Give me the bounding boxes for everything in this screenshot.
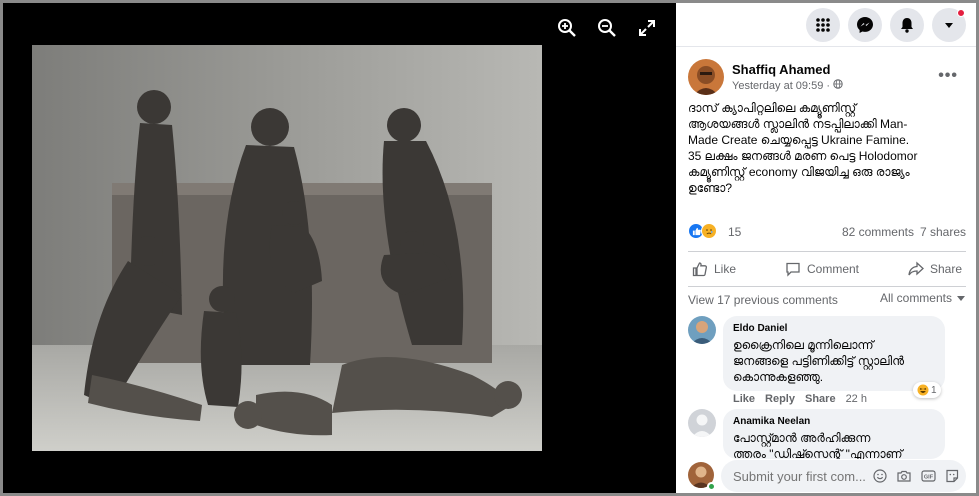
post-options-icon[interactable]: ••• — [938, 67, 958, 85]
menu-grid-icon[interactable] — [806, 7, 840, 42]
camera-icon[interactable] — [896, 468, 912, 484]
post-text-line: Made Create ചെയ്യപ്പെട്ട Ukraine Famine. — [688, 133, 910, 147]
comment-text-line: ഉക്രൈനിലെ മൂന്നിലൊന്ന് — [733, 338, 874, 352]
comment-share-link[interactable]: Share — [805, 393, 836, 405]
like-icon — [692, 262, 708, 277]
post-text-line: 35 ലക്ഷം ജനങ്ങൾ മരണ പെട്ട Holodomor — [688, 149, 918, 163]
comment-text: പോസ്റ്റ്മാൻ അർഹിക്കുന്ന ത്തരം "ഡിഷ്സെന്റ… — [733, 430, 935, 459]
globe-icon — [833, 79, 843, 92]
post-stats: 82 comments 7 shares — [842, 225, 966, 239]
comment-text: ഉക്രൈനിലെ മൂന്നിലൊന്ന് ജനങ്ങളെ പട്ടിണിക്… — [733, 337, 935, 385]
comment-like-link[interactable]: Like — [733, 393, 755, 405]
gif-icon[interactable]: GIF — [920, 468, 936, 484]
post-header: Shaffiq Ahamed Yesterday at 09:59 · ••• — [688, 59, 966, 97]
chevron-down-icon — [957, 296, 965, 301]
comment-icon — [786, 262, 800, 277]
like-label: Like — [714, 262, 737, 276]
post-text-line: കമ്യൂണിസ്റ്റ് economy വിജയിച്ച ഒരു രാജ്യ… — [688, 165, 910, 179]
messenger-icon[interactable] — [848, 7, 882, 42]
comment-bubble: Anamika Neelan പോസ്റ്റ്മാൻ അർഹിക്കുന്ന ത… — [723, 409, 945, 459]
commenter-name[interactable]: Anamika Neelan — [733, 416, 935, 427]
share-button[interactable]: Share — [908, 261, 962, 277]
post-author-name[interactable]: Shaffiq Ahamed — [732, 62, 830, 77]
commenter-avatar[interactable] — [688, 316, 716, 344]
comments-bar: View 17 previous comments All comments — [688, 291, 966, 309]
account-dropdown-icon[interactable] — [932, 7, 966, 42]
author-avatar[interactable] — [688, 59, 724, 95]
post-panel: Shaffiq Ahamed Yesterday at 09:59 · ••• … — [676, 3, 976, 493]
post-text: ദാസ് ക്യാപിറ്റലിലെ കമ്യൂണിസ്റ്റ് ആശയങ്ങൾ… — [688, 100, 964, 196]
comments-filter-dropdown[interactable]: All comments — [880, 291, 966, 305]
post-actions: Like Comment Share — [688, 251, 966, 287]
post-text-line: ദാസ് ക്യാപിറ്റലിലെ കമ്യൂണിസ്റ്റ് — [688, 101, 857, 115]
sad-reaction-icon — [701, 223, 717, 239]
svg-text:GIF: GIF — [923, 475, 933, 481]
post-timestamp[interactable]: Yesterday at 09:59 · — [732, 80, 830, 92]
zoom-in-icon[interactable] — [556, 17, 578, 39]
reaction-count[interactable]: 15 — [728, 225, 741, 239]
shares-count[interactable]: 7 shares — [920, 225, 966, 239]
comment-reaction-count: 1 — [931, 384, 937, 396]
notifications-bell-icon[interactable] — [890, 7, 924, 42]
composer-icons: GIF — [872, 468, 960, 484]
comment-actions: Like Reply Share 22 h — [733, 393, 867, 405]
comments-filter-label: All comments — [879, 291, 952, 305]
view-previous-comments-link[interactable]: View 17 previous comments — [688, 293, 838, 307]
emoji-icon[interactable] — [872, 468, 888, 484]
post-text-line: ഉണ്ടോ? — [688, 181, 733, 195]
viewer-toolbar — [556, 17, 658, 39]
commenter-name[interactable]: Eldo Daniel — [733, 323, 935, 334]
notification-dot — [957, 8, 965, 17]
commenter-avatar[interactable] — [688, 409, 716, 437]
post-photo — [32, 45, 542, 451]
comment-text-line: കൊന്നുകളഞ്ഞു. — [733, 370, 824, 384]
share-icon — [908, 261, 924, 276]
comment-reaction-badge[interactable]: 1 — [913, 382, 941, 398]
share-label: Share — [929, 262, 962, 276]
top-bar — [676, 3, 976, 47]
haha-reaction-icon — [917, 384, 929, 396]
fullscreen-icon[interactable] — [636, 17, 658, 39]
zoom-out-icon[interactable] — [596, 17, 618, 39]
reactions-row: 15 82 comments 7 shares — [688, 221, 966, 241]
comment-item: Anamika Neelan പോസ്റ്റ്മാൻ അർഹിക്കുന്ന ത… — [688, 409, 966, 459]
photo-viewer — [3, 3, 676, 493]
comment-timestamp[interactable]: 22 h — [846, 393, 867, 405]
sticker-icon[interactable] — [944, 468, 960, 484]
post-text-line: ആശയങ്ങൾ സ്ലാലിൻ നടപ്പിലാക്കി Man- — [688, 117, 908, 131]
comments-count[interactable]: 82 comments — [842, 225, 914, 239]
reaction-icons[interactable] — [688, 223, 717, 239]
comment-text-line: പോസ്റ്റ്മാൻ അർഹിക്കുന്ന — [733, 431, 871, 445]
comment-button[interactable]: Comment — [785, 261, 859, 277]
post-meta: Yesterday at 09:59 · — [732, 79, 843, 92]
comment-label: Comment — [806, 262, 859, 276]
comment-text-line: ജനങ്ങളെ പട്ടിണിക്കിട്ട് സ്റ്റാലിൻ — [733, 354, 904, 368]
comment-composer: GIF — [688, 460, 966, 492]
online-status-dot — [707, 482, 716, 491]
like-button[interactable]: Like — [692, 261, 736, 277]
comment-bubble: Eldo Daniel ഉക്രൈനിലെ മൂന്നിലൊന്ന് ജനങ്ങ… — [723, 316, 945, 391]
comment-reply-link[interactable]: Reply — [765, 393, 795, 405]
comment-text-line: ത്തരം "ഡിഷ്സെന്റ് "എന്നാണ് — [733, 447, 903, 459]
